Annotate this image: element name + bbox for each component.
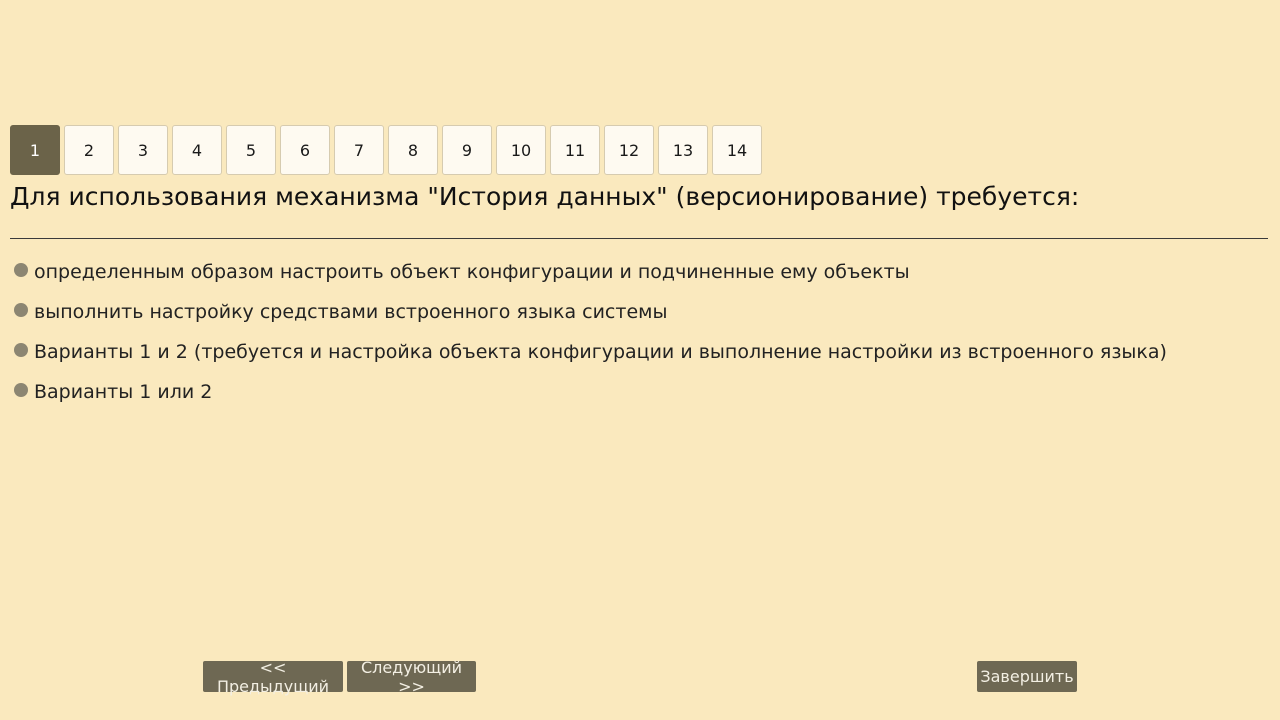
question-text: Для использования механизма "История дан… (10, 182, 1080, 211)
page-button-2[interactable]: 2 (64, 125, 114, 175)
answer-label: Варианты 1 и 2 (требуется и настройка об… (34, 341, 1167, 363)
answer-label: определенным образом настроить объект ко… (34, 261, 910, 283)
answer-option-3[interactable]: Варианты 1 и 2 (требуется и настройка об… (14, 332, 1167, 372)
page-button-13[interactable]: 13 (658, 125, 708, 175)
page-button-5[interactable]: 5 (226, 125, 276, 175)
page-button-3[interactable]: 3 (118, 125, 168, 175)
page-button-7[interactable]: 7 (334, 125, 384, 175)
page-button-6[interactable]: 6 (280, 125, 330, 175)
radio-icon[interactable] (14, 383, 28, 397)
finish-button[interactable]: Завершить (977, 661, 1077, 692)
answer-option-2[interactable]: выполнить настройку средствами встроенно… (14, 292, 1167, 332)
page-button-14[interactable]: 14 (712, 125, 762, 175)
answer-option-4[interactable]: Варианты 1 или 2 (14, 372, 1167, 412)
answer-label: выполнить настройку средствами встроенно… (34, 301, 668, 323)
answer-options: определенным образом настроить объект ко… (14, 252, 1167, 412)
question-divider (10, 238, 1268, 239)
test-page: 1 2 3 4 5 6 7 8 9 10 11 12 13 14 Для исп… (0, 0, 1280, 720)
page-button-12[interactable]: 12 (604, 125, 654, 175)
previous-button[interactable]: << Предыдущий (203, 658, 343, 696)
radio-icon[interactable] (14, 263, 28, 277)
radio-icon[interactable] (14, 343, 28, 357)
page-button-9[interactable]: 9 (442, 125, 492, 175)
page-button-1[interactable]: 1 (10, 125, 60, 175)
answer-option-1[interactable]: определенным образом настроить объект ко… (14, 252, 1167, 292)
next-button[interactable]: Следующий >> (347, 658, 476, 696)
answer-label: Варианты 1 или 2 (34, 381, 213, 403)
question-pager: 1 2 3 4 5 6 7 8 9 10 11 12 13 14 (10, 125, 762, 175)
page-button-10[interactable]: 10 (496, 125, 546, 175)
page-button-11[interactable]: 11 (550, 125, 600, 175)
radio-icon[interactable] (14, 303, 28, 317)
page-button-8[interactable]: 8 (388, 125, 438, 175)
page-button-4[interactable]: 4 (172, 125, 222, 175)
